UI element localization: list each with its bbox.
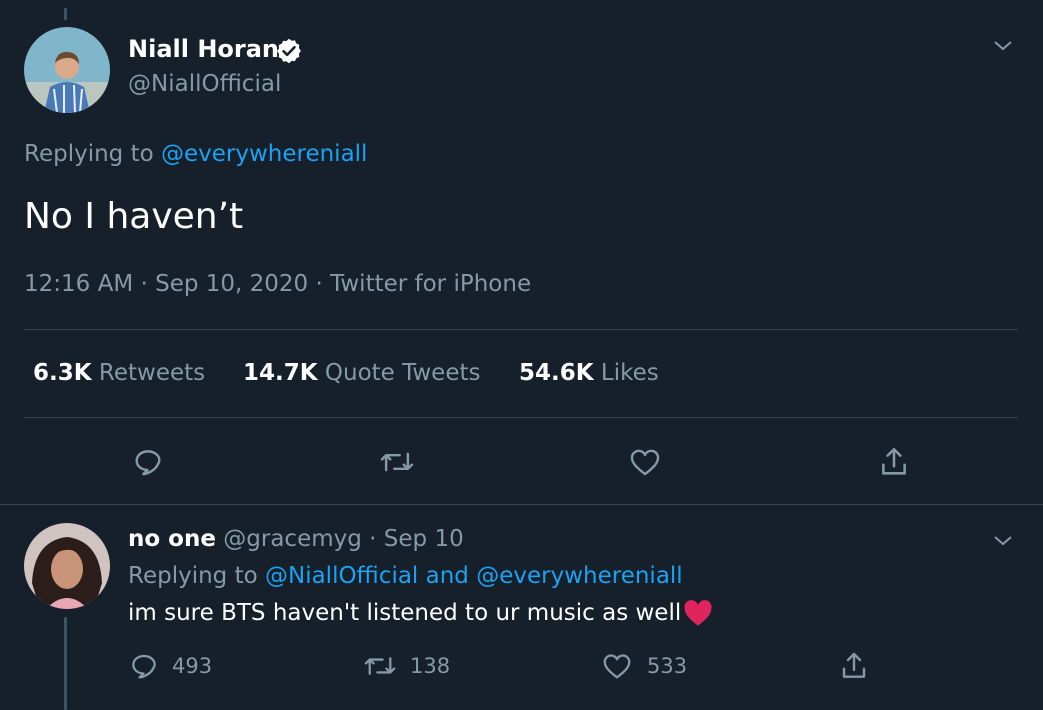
retweet-button[interactable]: [376, 441, 418, 483]
thread-line-bottom: [64, 617, 67, 710]
reply-and-label: and: [425, 563, 469, 589]
like-button[interactable]: [624, 441, 666, 483]
chevron-down-icon[interactable]: [992, 533, 1014, 549]
replying-label: Replying to: [24, 141, 154, 167]
retweets-label: Retweets: [98, 360, 206, 386]
quotes-count: 14.7K: [243, 360, 318, 386]
quote-tweets-stat[interactable]: 14.7K Quote Tweets: [243, 360, 480, 386]
likes-stat[interactable]: 54.6K Likes: [519, 360, 659, 386]
replying-to-link[interactable]: @everywhereniall: [161, 141, 367, 167]
likes-count: 54.6K: [519, 360, 594, 386]
thread-line-top: [64, 8, 67, 20]
author-name[interactable]: Niall Horan: [128, 35, 279, 63]
retweets-count: 6.3K: [33, 360, 92, 386]
retweets-stat[interactable]: 6.3K Retweets: [33, 360, 205, 386]
reply-replying-line: Replying to @NiallOfficial and @everywhe…: [128, 563, 683, 589]
reply-button[interactable]: [127, 441, 169, 483]
chevron-down-icon[interactable]: [992, 38, 1014, 54]
reply-author-name[interactable]: no one: [128, 526, 216, 552]
reply-replying-to-link-2[interactable]: @everywhereniall: [476, 563, 682, 589]
reply-replying-to-link-1[interactable]: @NiallOfficial: [265, 563, 418, 589]
replying-line: Replying to @everywhereniall: [24, 141, 367, 167]
retweet-arrows-icon: [380, 452, 414, 472]
reply-replying-label: Replying to: [128, 563, 258, 589]
like-count: 533: [647, 654, 688, 678]
reply-like-button[interactable]: 533: [601, 650, 687, 682]
reply-date[interactable]: · Sep 10: [369, 526, 464, 552]
share-upload-icon: [842, 652, 866, 678]
share-button[interactable]: [873, 441, 915, 483]
author-handle[interactable]: @NiallOfficial: [128, 71, 281, 97]
retweet-count: 138: [410, 654, 451, 678]
likes-label: Likes: [600, 360, 659, 386]
verified-badge-icon: [275, 37, 303, 65]
reply-text-line: im sure BTS haven't listened to ur music…: [128, 599, 714, 627]
speech-bubble-icon: [135, 450, 161, 476]
avatar-no-one[interactable]: [24, 523, 110, 609]
reply-header: no one @gracemyg · Sep 10: [128, 526, 464, 552]
reply-count: 493: [172, 654, 213, 678]
avatar-niall[interactable]: [24, 27, 110, 113]
reply-retweet-button[interactable]: 138: [362, 650, 450, 682]
reply-share-button[interactable]: [838, 650, 870, 686]
heart-icon: [630, 449, 660, 476]
heart-icon: [603, 654, 631, 679]
tweet-text: No I haven’t: [24, 196, 244, 237]
reply-reply-button[interactable]: 493: [128, 650, 212, 682]
reply-text: im sure BTS haven't listened to ur music…: [128, 600, 682, 626]
reply-author-handle[interactable]: @gracemyg: [223, 526, 362, 552]
speech-bubble-icon: [132, 654, 156, 679]
divider: [0, 504, 1043, 505]
quotes-label: Quote Tweets: [324, 360, 481, 386]
divider: [24, 417, 1018, 418]
share-upload-icon: [882, 447, 906, 475]
retweet-arrows-icon: [364, 657, 396, 675]
tweet-timestamp[interactable]: 12:16 AM · Sep 10, 2020 · Twitter for iP…: [24, 271, 531, 297]
red-heart-emoji: [684, 600, 712, 626]
divider: [24, 329, 1018, 330]
